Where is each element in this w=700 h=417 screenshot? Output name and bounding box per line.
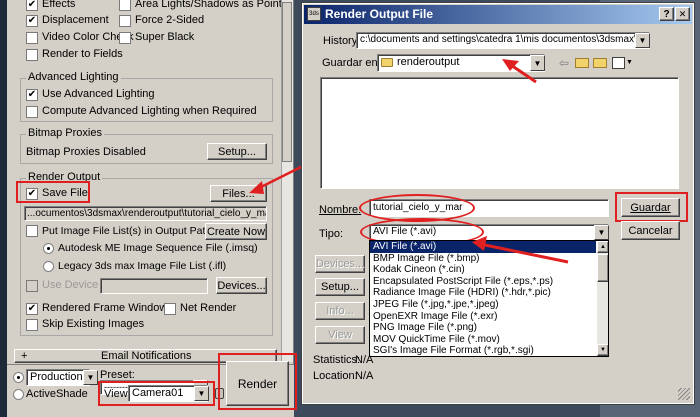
type-list-arrow-line bbox=[479, 242, 569, 264]
dialog-annotation-overlay bbox=[472, 59, 569, 264]
type-list-arrowhead bbox=[472, 236, 487, 251]
